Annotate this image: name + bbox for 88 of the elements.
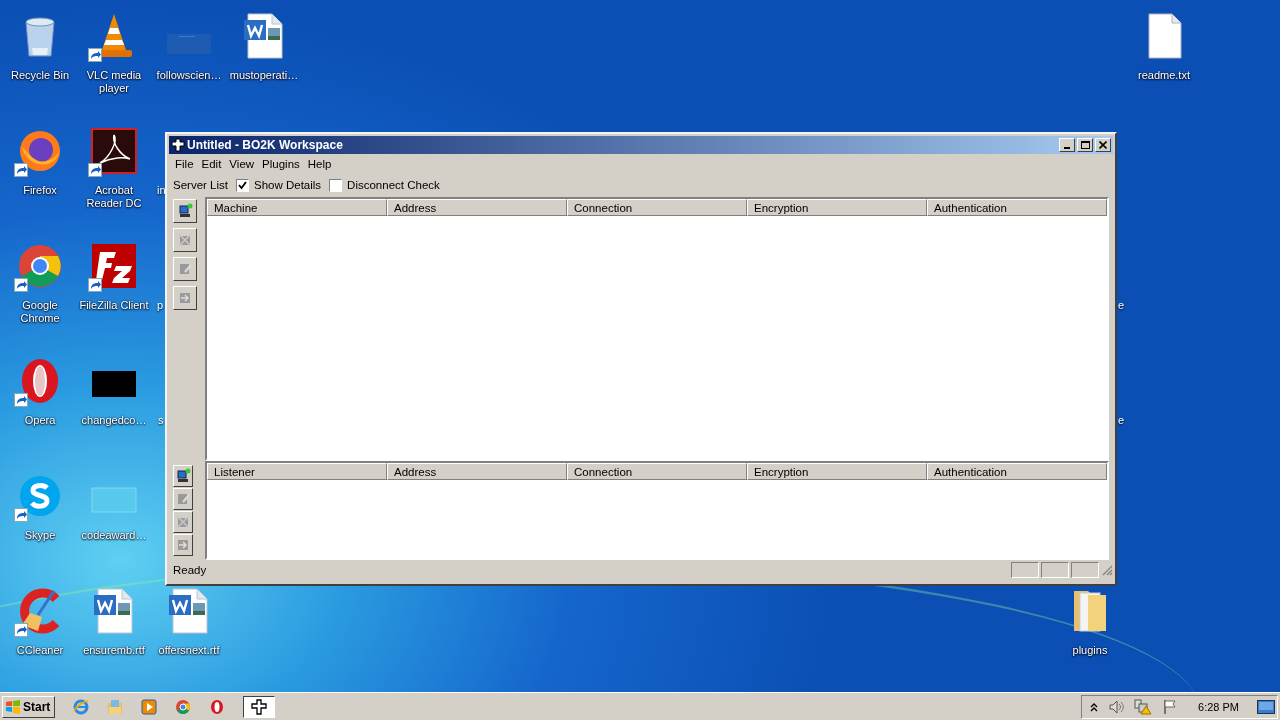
pdf-app-icon[interactable] — [90, 127, 138, 175]
app-icon[interactable] — [90, 242, 138, 290]
column-header[interactable]: Authentication — [927, 199, 1107, 216]
shortcut-arrow-icon — [88, 278, 102, 292]
browser-icon[interactable] — [16, 242, 64, 290]
icon-label: offersnext.rtf — [158, 644, 220, 657]
icon-label: mustoperati… — [229, 69, 299, 82]
icon-label: followscien… — [156, 69, 222, 82]
icon-label: CCleaner — [16, 644, 64, 657]
start-button[interactable]: Start — [2, 695, 56, 718]
icon-label: FileZilla Client — [79, 299, 149, 312]
icon-label: Firefox — [23, 184, 57, 197]
menu-item[interactable]: File — [171, 157, 198, 170]
speaker-icon[interactable] — [1108, 698, 1125, 715]
play-icon[interactable] — [141, 698, 158, 715]
icon-label: p — [157, 299, 164, 312]
column-header[interactable]: Address — [387, 463, 567, 480]
shortcut-arrow-icon — [14, 393, 28, 407]
column-header[interactable]: Encryption — [747, 199, 927, 216]
shortcut-arrow-icon — [14, 508, 28, 522]
menu-item[interactable]: Plugins — [258, 157, 304, 170]
maximize-icon — [1080, 141, 1090, 149]
menu-item[interactable]: View — [225, 157, 259, 170]
letter-o-icon[interactable] — [209, 698, 226, 715]
taskbar-button[interactable] — [243, 695, 276, 718]
cross-icon — [171, 138, 185, 152]
toolbar-button[interactable] — [173, 199, 197, 223]
toolbar-button[interactable] — [173, 465, 193, 487]
checkbox[interactable] — [329, 178, 343, 192]
icon-label: codeaward… — [81, 529, 147, 542]
menu-item[interactable]: Edit — [197, 157, 226, 170]
resize-grip-icon — [1101, 564, 1113, 576]
column-header[interactable]: Connection — [567, 199, 747, 216]
icon-label: ensuremb.rtf — [83, 644, 145, 657]
chevron-up-icon[interactable] — [1090, 701, 1099, 712]
close-button[interactable] — [1095, 138, 1111, 152]
shortcut-arrow-icon — [14, 623, 28, 637]
column-header[interactable]: Connection — [567, 463, 747, 480]
status-text: Ready — [173, 564, 208, 576]
maximize-button[interactable] — [1077, 138, 1093, 152]
icon-label: s — [158, 414, 164, 427]
status-panel — [1011, 562, 1039, 578]
column-header[interactable]: Machine — [207, 199, 387, 216]
icon-label: Skype — [24, 529, 56, 542]
icon-label: e — [1118, 414, 1125, 427]
icon-label: Google Chrome — [19, 299, 61, 325]
flag-icon[interactable] — [1162, 698, 1179, 715]
browser-icon[interactable] — [175, 698, 192, 715]
windows-logo-icon — [5, 698, 21, 715]
show-desktop-icon[interactable] — [1257, 699, 1275, 714]
checkbox-label: Show Details — [253, 179, 322, 191]
shortcut-arrow-icon — [14, 163, 28, 177]
icon-label: Recycle Bin — [10, 69, 70, 82]
shortcut-arrow-icon — [88, 163, 102, 177]
shortcut-arrow-icon — [88, 48, 102, 62]
close-icon — [1099, 141, 1107, 149]
status-panel — [1041, 562, 1069, 578]
icon-label: changedco… — [81, 414, 147, 427]
icon-label: Acrobat Reader DC — [85, 184, 143, 210]
status-panel — [1071, 562, 1099, 578]
icon-label: readme.txt — [1138, 69, 1190, 82]
icon-label: in — [157, 184, 166, 197]
network-warning-icon[interactable] — [1134, 698, 1153, 715]
minimize-button[interactable] — [1059, 138, 1075, 152]
computer-pencil-icon — [177, 261, 193, 277]
column-header[interactable]: Authentication — [927, 463, 1107, 480]
shortcut-arrow-icon — [14, 278, 28, 292]
icon-label: e — [1118, 299, 1125, 312]
checkbox[interactable] — [235, 178, 249, 192]
icon-label: VLC media player — [85, 69, 143, 95]
column-header[interactable]: Address — [387, 199, 567, 216]
computer-cross-icon — [175, 514, 191, 530]
window-title: Untitled - BO2K Workspace — [187, 138, 344, 152]
icon-label: Opera — [24, 414, 56, 427]
minimize-icon — [1064, 147, 1070, 149]
computer-cross-icon — [177, 232, 193, 248]
computer-plus-icon — [175, 468, 191, 484]
icon-label: plugins — [1072, 644, 1108, 657]
column-header[interactable]: Encryption — [747, 463, 927, 480]
computer-pencil-icon — [175, 491, 191, 507]
column-header[interactable]: Listener — [207, 463, 387, 480]
clock: 6:28 PM — [1198, 700, 1239, 713]
toolbar-label: Server List — [173, 179, 228, 191]
menu-item[interactable]: Help — [303, 157, 336, 170]
computer-plus-icon — [177, 203, 193, 219]
checkbox-label: Disconnect Check — [347, 179, 440, 191]
cross-icon — [251, 698, 268, 715]
check-icon — [237, 180, 247, 190]
